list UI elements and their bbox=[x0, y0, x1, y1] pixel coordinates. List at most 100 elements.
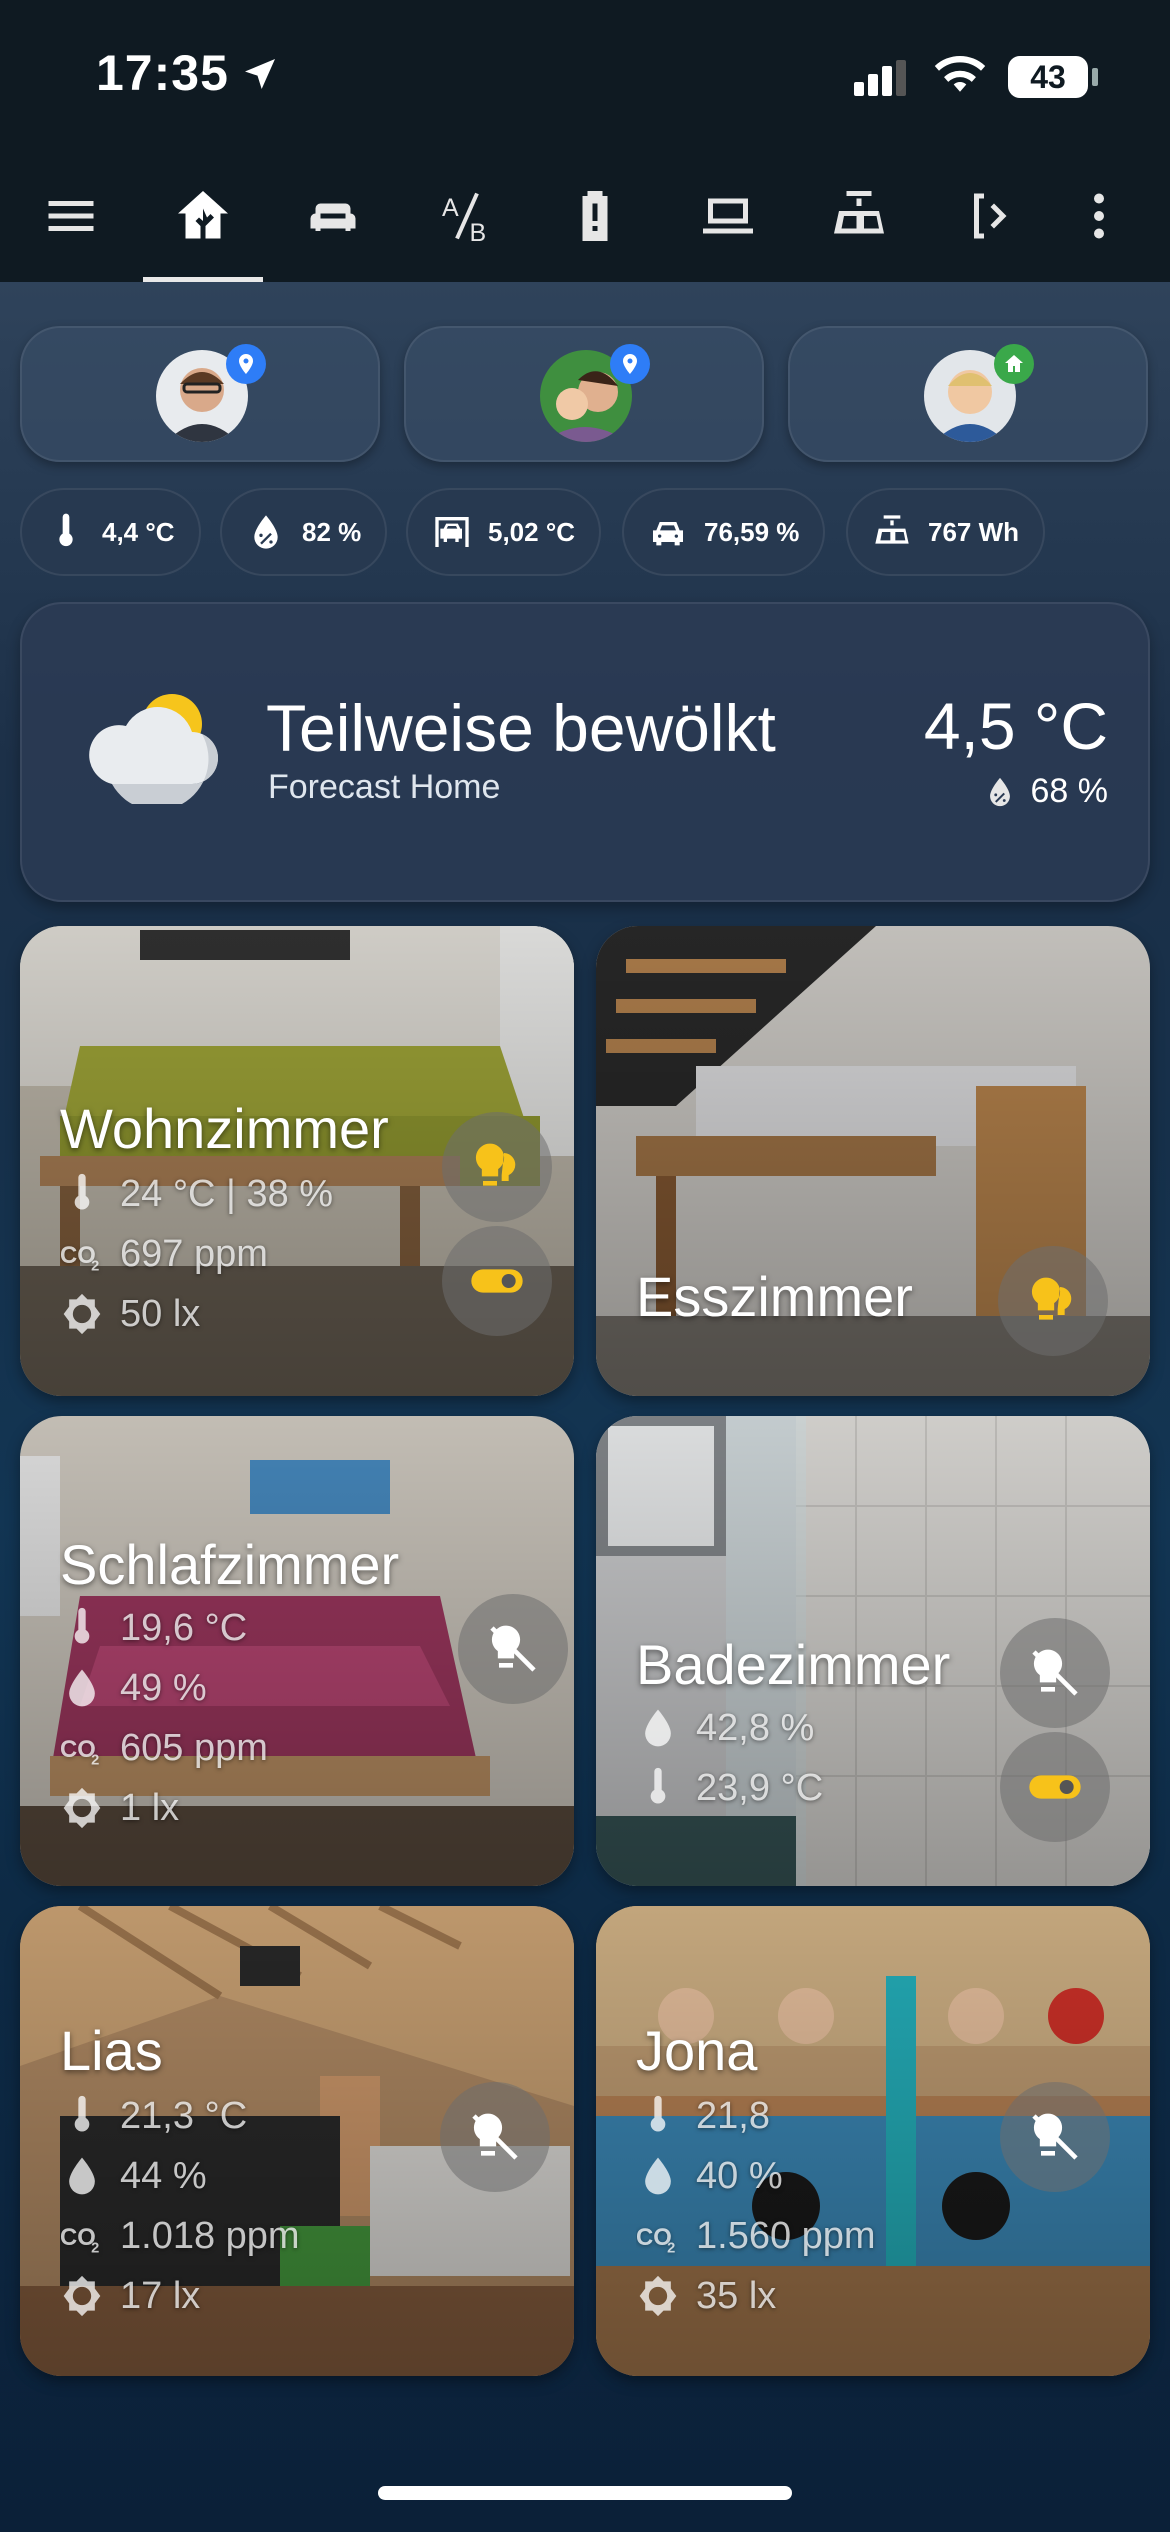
tab-code[interactable] bbox=[934, 150, 1044, 282]
switch-toggle-button[interactable] bbox=[442, 1226, 552, 1336]
room-illuminance: 50 lx bbox=[60, 1292, 200, 1336]
thermometer-icon bbox=[74, 1607, 90, 1644]
thermometer-icon bbox=[650, 2095, 666, 2132]
weather-temperature: 4,5 °C bbox=[923, 689, 1108, 763]
chip-value: 767 Wh bbox=[928, 516, 1020, 547]
light-off-button[interactable] bbox=[440, 2082, 550, 2192]
room-humidity: 44 % bbox=[60, 2154, 207, 2198]
chip-outdoor-temperature[interactable]: 4,4 °C bbox=[20, 488, 201, 576]
room-humidity: 40 % bbox=[636, 2154, 783, 2198]
water-percent-icon bbox=[69, 2157, 95, 2195]
room-name: Badezimmer bbox=[636, 1633, 951, 1696]
hamburger-menu-icon bbox=[48, 201, 94, 231]
room-co2: CO 2 605 ppm bbox=[60, 1726, 268, 1770]
co2-value: 1.560 ppm bbox=[696, 2214, 876, 2257]
lightbulb-off-icon bbox=[1032, 1649, 1078, 1696]
person-card-1[interactable] bbox=[20, 326, 380, 462]
room-co2: CO 2 1.560 ppm bbox=[636, 2214, 876, 2258]
brightness-icon bbox=[639, 2275, 677, 2317]
lux-value: 1 lx bbox=[120, 1786, 180, 1829]
switch-toggle-button[interactable] bbox=[1000, 1732, 1110, 1842]
lux-value: 35 lx bbox=[696, 2274, 777, 2317]
person-card-2[interactable] bbox=[404, 326, 764, 462]
room-card-badezimmer[interactable]: Badezimmer 42,8 % 23,9 °C bbox=[596, 1416, 1150, 1886]
room-illuminance: 17 lx bbox=[60, 2274, 200, 2318]
room-card-jona[interactable]: Jona 21,8 40 % CO 2 1.560 ppm 35 lx bbox=[596, 1906, 1150, 2376]
light-off-button[interactable] bbox=[1000, 2082, 1110, 2192]
chip-garage-temperature[interactable]: 5,02 °C bbox=[406, 488, 602, 576]
light-toggle-button[interactable] bbox=[998, 1246, 1108, 1356]
svg-text:2: 2 bbox=[91, 2241, 99, 2257]
status-time: 17:35 bbox=[96, 45, 229, 101]
car-icon bbox=[653, 522, 683, 546]
room-card-wohnzimmer[interactable]: Wohnzimmer 24 °C | 38 % CO 2 697 ppm 50 l… bbox=[20, 926, 574, 1396]
water-percent-icon bbox=[254, 515, 278, 549]
temperature-value: 21,8 bbox=[696, 2094, 770, 2137]
thermometer-icon bbox=[74, 2095, 90, 2132]
battery-alert-icon bbox=[582, 191, 608, 241]
overflow-menu-button[interactable] bbox=[1044, 150, 1154, 282]
tab-battery[interactable] bbox=[540, 150, 650, 282]
water-percent-icon bbox=[645, 2157, 671, 2195]
room-card-esszimmer[interactable]: Esszimmer bbox=[596, 926, 1150, 1396]
tab-home[interactable] bbox=[143, 150, 263, 282]
room-card-lias[interactable]: Lias 21,3 °C 44 % CO 2 1.018 ppm 17 lx bbox=[20, 1906, 574, 2376]
weather-condition: Teilweise bewölkt bbox=[266, 691, 776, 765]
humidity-value: 49 % bbox=[120, 1666, 207, 1709]
room-temperature: 23,9 °C bbox=[636, 1766, 823, 1810]
water-percent-icon bbox=[69, 1669, 95, 1707]
room-temperature: 21,3 °C bbox=[60, 2094, 247, 2138]
chip-solar-energy[interactable]: 767 Wh bbox=[846, 488, 1046, 576]
light-toggle-button[interactable] bbox=[442, 1112, 552, 1222]
room-name: Lias bbox=[60, 2019, 163, 2082]
map-marker-badge bbox=[226, 344, 266, 384]
toggle-switch-icon bbox=[1029, 1775, 1081, 1799]
co2-icon: CO2 bbox=[60, 1242, 99, 1274]
room-name: Jona bbox=[636, 2019, 758, 2082]
temperature-value: 23,9 °C bbox=[696, 1766, 824, 1809]
solar-panel-icon bbox=[834, 191, 884, 234]
temperature-value: 19,6 °C bbox=[120, 1606, 248, 1649]
map-marker-icon bbox=[239, 354, 253, 374]
wifi-icon bbox=[934, 55, 986, 92]
tab-devices[interactable] bbox=[673, 150, 783, 282]
tab-living[interactable] bbox=[278, 150, 388, 282]
light-off-button[interactable] bbox=[1000, 1618, 1110, 1728]
chip-outdoor-humidity[interactable]: 82 % bbox=[220, 488, 388, 576]
weather-humidity-value: 68 % bbox=[1030, 772, 1109, 810]
tab-ab[interactable]: AB bbox=[412, 150, 522, 282]
home-icon bbox=[1005, 355, 1023, 372]
person-card-3[interactable] bbox=[788, 326, 1148, 462]
code-bracket-icon bbox=[974, 193, 1007, 239]
weather-card[interactable]: Teilweise bewölkt Forecast Home 4,5 °C 6… bbox=[20, 602, 1150, 902]
lightbulb-off-icon bbox=[472, 2113, 518, 2160]
sofa-icon bbox=[310, 203, 356, 231]
location-arrow-icon bbox=[245, 59, 275, 89]
room-illuminance: 1 lx bbox=[60, 1786, 179, 1830]
thermometer-icon bbox=[59, 513, 73, 547]
light-off-button[interactable] bbox=[458, 1594, 568, 1704]
home-floorplan-icon bbox=[178, 191, 228, 239]
water-percent-icon bbox=[989, 777, 1010, 806]
svg-text:2: 2 bbox=[91, 1753, 99, 1769]
co2-value: 697 ppm bbox=[120, 1232, 268, 1275]
co2-icon: CO2 bbox=[60, 1736, 99, 1769]
cellular-signal-icon bbox=[854, 60, 906, 96]
svg-text:2: 2 bbox=[667, 2241, 675, 2257]
tab-solar[interactable] bbox=[804, 150, 914, 282]
svg-text:A: A bbox=[442, 194, 459, 222]
humidity-value: 42,8 % bbox=[696, 1706, 815, 1749]
room-humidity: 49 % bbox=[60, 1666, 207, 1710]
battery-indicator: 43 bbox=[1008, 56, 1088, 98]
brightness-icon bbox=[63, 2275, 101, 2317]
room-temperature: 19,6 °C bbox=[60, 1606, 247, 1650]
chip-car-battery[interactable]: 76,59 % bbox=[622, 488, 826, 576]
laptop-icon bbox=[703, 198, 753, 234]
room-card-schlafzimmer[interactable]: Schlafzimmer 19,6 °C 49 % CO 2 605 ppm 1 … bbox=[20, 1416, 574, 1886]
weather-humidity: 68 % bbox=[983, 772, 1109, 811]
menu-button[interactable] bbox=[16, 150, 126, 282]
home-indicator[interactable] bbox=[378, 2486, 792, 2500]
chip-value: 5,02 °C bbox=[488, 516, 576, 547]
temperature-value: 21,3 °C bbox=[120, 2094, 248, 2137]
brightness-icon bbox=[63, 1787, 101, 1829]
